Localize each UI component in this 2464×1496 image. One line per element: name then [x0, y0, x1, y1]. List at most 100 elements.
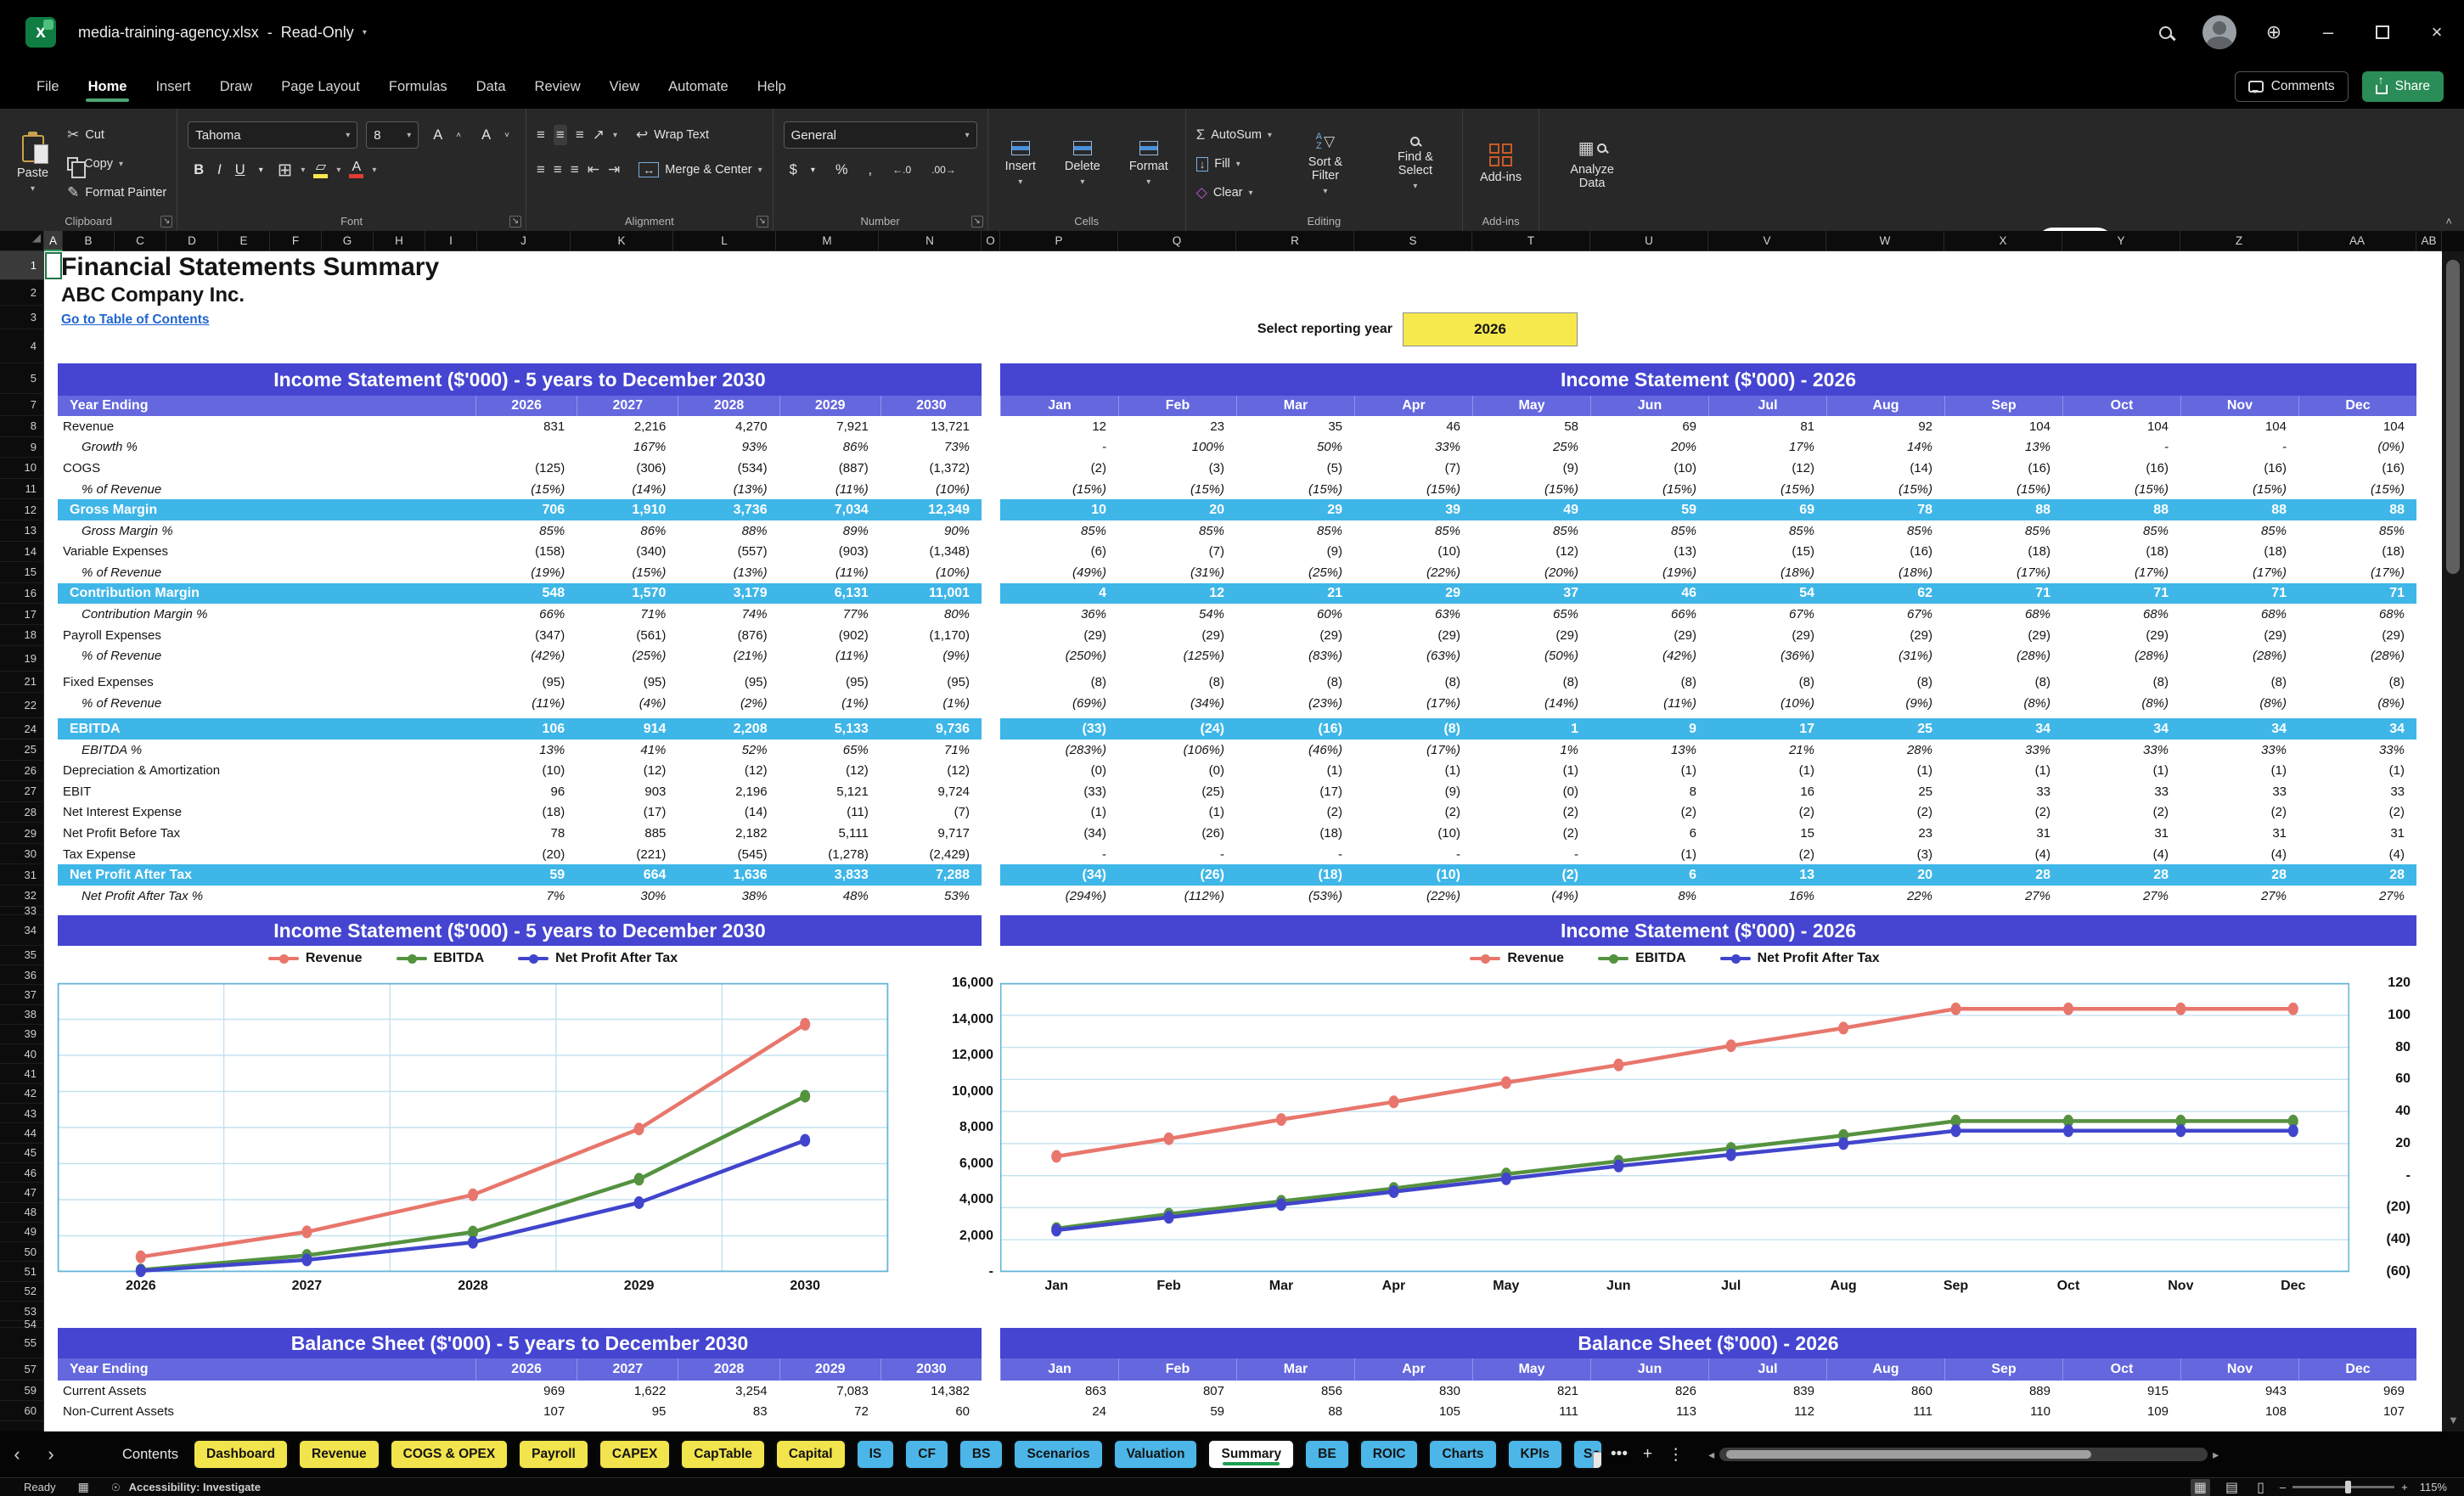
table-column-header[interactable]: 2029 — [779, 1358, 880, 1381]
row-header-1[interactable]: 1 — [0, 251, 44, 280]
cell[interactable]: 9,724 — [880, 785, 982, 799]
cell[interactable]: (20%) — [1472, 565, 1590, 580]
sheet-tab-bs[interactable]: BS — [959, 1439, 1004, 1470]
cell[interactable]: (29) — [1000, 628, 1118, 643]
cell[interactable]: (31%) — [1826, 649, 1944, 663]
cell[interactable]: (4) — [2298, 847, 2416, 862]
cell[interactable]: 943 — [2180, 1384, 2298, 1398]
sheet-tab-dashboard[interactable]: Dashboard — [193, 1439, 289, 1470]
cell[interactable]: 96 — [475, 785, 577, 799]
cell[interactable]: 85% — [1708, 524, 1826, 538]
cell[interactable]: 67% — [1826, 607, 1944, 621]
cell[interactable]: (17%) — [1354, 743, 1472, 757]
table-column-header[interactable]: 2028 — [678, 396, 779, 416]
fill-color-button[interactable]: ▱ — [313, 161, 328, 178]
cell[interactable]: (12) — [779, 763, 880, 778]
cell[interactable]: 30% — [577, 889, 678, 903]
cell[interactable]: (15%) — [2298, 482, 2416, 497]
cell[interactable]: (29) — [2062, 628, 2180, 643]
row-header-48[interactable]: 48 — [0, 1203, 44, 1223]
cell[interactable]: (9) — [1354, 785, 1472, 799]
cell[interactable]: 839 — [1708, 1384, 1826, 1398]
cell[interactable]: (14%) — [577, 482, 678, 497]
cell[interactable]: 106 — [475, 722, 577, 737]
cell[interactable]: (8) — [2180, 675, 2298, 689]
cell[interactable]: (17%) — [2180, 565, 2298, 580]
cell[interactable]: 11,001 — [880, 586, 982, 601]
cell[interactable]: (9%) — [880, 649, 982, 663]
cell[interactable]: (2) — [2180, 805, 2298, 819]
table-column-header[interactable]: Dec — [2298, 396, 2416, 416]
cell[interactable]: (18) — [1236, 826, 1354, 841]
cell[interactable]: (8) — [1000, 675, 1118, 689]
cell[interactable]: (306) — [577, 461, 678, 475]
table-of-contents-link[interactable]: Go to Table of Contents — [61, 312, 210, 328]
cell[interactable]: 85% — [2062, 524, 2180, 538]
cell[interactable]: (25%) — [577, 649, 678, 663]
cell[interactable]: 107 — [475, 1404, 577, 1419]
sheet-tab-scenarios[interactable]: Scenarios — [1013, 1439, 1103, 1470]
cell[interactable]: (29) — [1708, 628, 1826, 643]
cell[interactable]: 28% — [1826, 743, 1944, 757]
row-header-14[interactable]: 14 — [0, 542, 44, 563]
cell[interactable]: (561) — [577, 628, 678, 643]
column-header-M[interactable]: M — [776, 231, 879, 251]
insert-cells-button[interactable]: Insert▾ — [999, 139, 1043, 188]
row-header-13[interactable]: 13 — [0, 520, 44, 542]
table-column-header[interactable]: Feb — [1118, 396, 1236, 416]
cell[interactable]: 5,133 — [779, 722, 880, 737]
sheet-tab-be[interactable]: BE — [1304, 1439, 1350, 1470]
cell[interactable]: (25%) — [1236, 565, 1354, 580]
cell[interactable]: 13 — [1708, 868, 1826, 883]
cell[interactable]: 104 — [1944, 419, 2062, 434]
cell[interactable]: 969 — [475, 1384, 577, 1398]
column-header-J[interactable]: J — [477, 231, 571, 251]
cell[interactable]: (15%) — [1472, 482, 1590, 497]
zoom-level[interactable]: 115% — [2420, 1481, 2447, 1493]
cell[interactable]: (12) — [678, 763, 779, 778]
cell[interactable]: (534) — [678, 461, 779, 475]
row-label-cell[interactable]: Net Profit Before Tax — [58, 826, 475, 841]
delete-cells-button[interactable]: Delete▾ — [1058, 139, 1107, 188]
cell[interactable]: (33) — [1000, 785, 1118, 799]
cell[interactable]: (2) — [1708, 805, 1826, 819]
table-column-header[interactable]: Mar — [1236, 396, 1354, 416]
analyze-data-button[interactable]: ▦ Analyze Data — [1550, 136, 1634, 192]
cell[interactable]: 68% — [2180, 607, 2298, 621]
cell[interactable]: (1) — [1590, 763, 1708, 778]
cell[interactable]: 78 — [1826, 503, 1944, 518]
menu-tab-formulas[interactable]: Formulas — [374, 70, 462, 104]
cell[interactable]: 67% — [1708, 607, 1826, 621]
cell[interactable]: 12,349 — [880, 503, 982, 518]
cell[interactable]: (2,429) — [880, 847, 982, 862]
alignment-dialog-launcher[interactable]: ↘ — [757, 216, 768, 228]
cell[interactable]: (29) — [2298, 628, 2416, 643]
table-column-header[interactable]: Feb — [1118, 1358, 1236, 1381]
cell[interactable]: 72 — [779, 1404, 880, 1419]
row-header-50[interactable]: 50 — [0, 1242, 44, 1262]
cell[interactable]: 41% — [577, 743, 678, 757]
table-column-header[interactable]: 2026 — [475, 1358, 577, 1381]
scroll-down-icon[interactable]: ▼ — [2448, 1414, 2459, 1426]
cell[interactable]: (12) — [880, 763, 982, 778]
balance-sheet-monthly-table[interactable]: Balance Sheet ($'000) - 2026JanFebMarApr… — [1000, 1328, 2416, 1421]
cell[interactable]: 86% — [577, 524, 678, 538]
cell[interactable]: 33 — [2298, 785, 2416, 799]
cell[interactable]: (283%) — [1000, 743, 1118, 757]
cell[interactable]: (29) — [1118, 628, 1236, 643]
row-label-cell[interactable]: % of Revenue — [58, 565, 475, 580]
row-header-17[interactable]: 17 — [0, 604, 44, 625]
row-header-2[interactable]: 2 — [0, 280, 44, 306]
cell[interactable]: 31 — [1944, 826, 2062, 841]
row-label-cell[interactable]: Non-Current Assets — [58, 1404, 475, 1419]
cell[interactable]: 92 — [1826, 419, 1944, 434]
cell[interactable]: (15%) — [1354, 482, 1472, 497]
cell[interactable]: 22% — [1826, 889, 1944, 903]
zoom-slider[interactable]: – + — [2280, 1481, 2408, 1493]
cell[interactable]: (19%) — [1590, 565, 1708, 580]
cell[interactable]: 8% — [1590, 889, 1708, 903]
cell[interactable]: 112 — [1708, 1404, 1826, 1419]
clear-button[interactable]: ◇Clear▾ — [1196, 180, 1272, 205]
row-header-36[interactable]: 36 — [0, 965, 44, 985]
font-color-button[interactable]: A — [349, 161, 363, 178]
